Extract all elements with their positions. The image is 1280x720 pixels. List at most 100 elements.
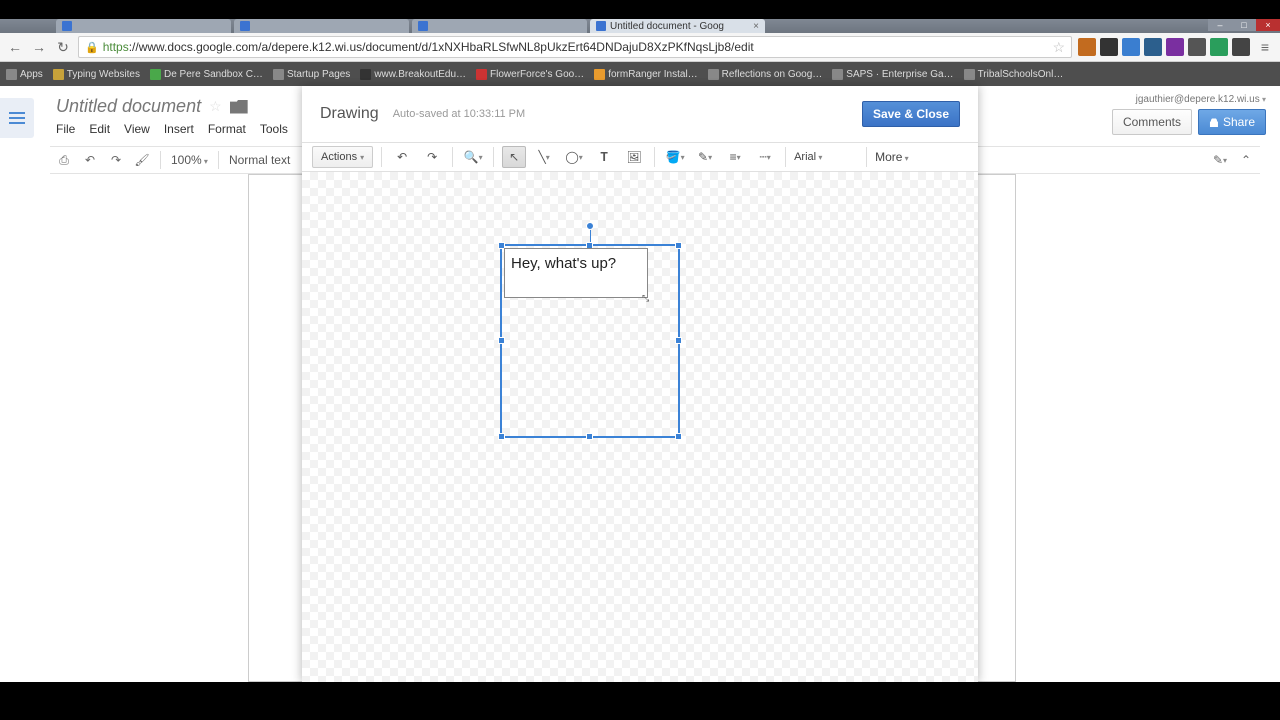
minimize-button[interactable]: – xyxy=(1208,19,1232,31)
menu-edit[interactable]: Edit xyxy=(89,122,110,136)
bookmark[interactable]: De Pere Sandbox C… xyxy=(150,69,263,80)
selected-textbox[interactable]: Hey, what's up? ⤡ xyxy=(500,244,680,438)
comments-button[interactable]: Comments xyxy=(1112,109,1192,135)
url-field[interactable]: 🔒 https://www.docs.google.com/a/depere.k… xyxy=(78,36,1072,58)
favicon-icon xyxy=(62,21,72,31)
zoom-select[interactable]: 100% xyxy=(171,153,208,167)
bookmark[interactable]: FlowerForce's Goo… xyxy=(476,69,584,80)
letterbox-top xyxy=(0,0,1280,19)
bookmark-icon xyxy=(6,69,17,80)
bookmark-icon xyxy=(360,69,371,80)
actions-menu[interactable]: Actions xyxy=(312,146,373,168)
bookmark[interactable]: formRanger Instal… xyxy=(594,69,697,80)
separator xyxy=(218,151,219,169)
share-button[interactable]: Share xyxy=(1198,109,1266,135)
folder-icon[interactable] xyxy=(230,100,248,114)
print-icon[interactable]: ⎙ xyxy=(56,152,72,168)
bookmark-icon xyxy=(832,69,843,80)
drawing-title: Drawing xyxy=(320,105,379,123)
fill-color-icon[interactable]: 🪣 xyxy=(663,146,687,168)
paragraph-style-select[interactable]: Normal text xyxy=(229,153,290,167)
back-button[interactable]: ← xyxy=(6,38,24,56)
ext-icon[interactable] xyxy=(1144,38,1162,56)
drawing-dialog: Drawing Auto-saved at 10:33:11 PM Save &… xyxy=(302,86,978,682)
menu-format[interactable]: Format xyxy=(208,122,246,136)
browser-tab-active[interactable]: Untitled document - Goog × xyxy=(590,19,765,33)
docs-menu-toggle[interactable] xyxy=(0,98,34,138)
resize-handle[interactable] xyxy=(498,337,505,344)
drawing-header: Drawing Auto-saved at 10:33:11 PM Save &… xyxy=(302,86,978,142)
more-menu[interactable]: More xyxy=(875,150,909,164)
editing-mode-icon[interactable]: ✎ xyxy=(1212,152,1228,168)
zoom-icon[interactable]: 🔍 xyxy=(461,146,485,168)
undo-icon[interactable]: ↶ xyxy=(82,152,98,168)
bookmark[interactable]: Apps xyxy=(6,69,43,80)
resize-handle[interactable] xyxy=(675,337,682,344)
chrome-menu-icon[interactable]: ≡ xyxy=(1256,38,1274,56)
bookmark[interactable]: TribalSchoolsOnl… xyxy=(964,69,1064,80)
textbox-tool-icon[interactable]: 𝐓 xyxy=(592,146,616,168)
bookmark-star-icon[interactable]: ☆ xyxy=(1052,39,1065,56)
save-and-close-button[interactable]: Save & Close xyxy=(862,101,960,127)
bookmark-icon xyxy=(150,69,161,80)
close-window-button[interactable]: × xyxy=(1256,19,1280,31)
separator xyxy=(381,147,382,167)
ext-icon[interactable] xyxy=(1078,38,1096,56)
close-tab-icon[interactable]: × xyxy=(753,21,759,32)
browser-tab[interactable] xyxy=(234,19,409,33)
bookmark[interactable]: www.BreakoutEdu… xyxy=(360,69,466,80)
menu-view[interactable]: View xyxy=(124,122,150,136)
font-select[interactable]: Arial xyxy=(794,151,858,163)
bookmark[interactable]: Typing Websites xyxy=(53,69,140,80)
ext-icon[interactable] xyxy=(1122,38,1140,56)
rotation-handle[interactable] xyxy=(586,222,594,230)
bookmark[interactable]: Startup Pages xyxy=(273,69,350,80)
shape-tool-icon[interactable]: ◯ xyxy=(562,146,586,168)
resize-handle[interactable] xyxy=(498,433,505,440)
browser-tab[interactable] xyxy=(412,19,587,33)
bookmark-icon xyxy=(708,69,719,80)
user-email[interactable]: jgauthier@depere.k12.wi.us xyxy=(1112,94,1266,105)
bookmark[interactable]: SAPS · Enterprise Ga… xyxy=(832,69,953,80)
separator xyxy=(866,147,867,167)
line-weight-icon[interactable]: ≡ xyxy=(723,146,747,168)
undo-icon[interactable]: ↶ xyxy=(390,146,414,168)
text-resize-icon[interactable]: ⤡ xyxy=(642,293,649,304)
extension-icons xyxy=(1078,38,1250,56)
bookmark-icon xyxy=(594,69,605,80)
menu-tools[interactable]: Tools xyxy=(260,122,288,136)
ext-icon[interactable] xyxy=(1188,38,1206,56)
maximize-button[interactable]: □ xyxy=(1232,19,1256,31)
reload-button[interactable]: ↻ xyxy=(54,38,72,56)
star-icon[interactable]: ☆ xyxy=(209,98,222,115)
textbox-content[interactable]: Hey, what's up? xyxy=(504,248,648,298)
line-dash-icon[interactable]: ┄ xyxy=(753,146,777,168)
hamburger-icon xyxy=(9,117,25,119)
favicon-icon xyxy=(418,21,428,31)
line-color-icon[interactable]: ✎ xyxy=(693,146,717,168)
paint-format-icon[interactable]: 🖌 xyxy=(134,152,150,168)
drawing-canvas[interactable]: Hey, what's up? ⤡ xyxy=(302,172,978,682)
forward-button[interactable]: → xyxy=(30,38,48,56)
document-title[interactable]: Untitled document xyxy=(56,96,201,117)
lock-icon: 🔒 xyxy=(85,41,99,54)
ext-icon[interactable] xyxy=(1210,38,1228,56)
select-tool-icon[interactable]: ↖ xyxy=(502,146,526,168)
resize-handle[interactable] xyxy=(586,433,593,440)
image-tool-icon[interactable]: 🖼 xyxy=(622,146,646,168)
menu-insert[interactable]: Insert xyxy=(164,122,194,136)
menu-file[interactable]: File xyxy=(56,122,75,136)
bookmark[interactable]: Reflections on Goog… xyxy=(708,69,823,80)
redo-icon[interactable]: ↷ xyxy=(108,152,124,168)
resize-handle[interactable] xyxy=(675,242,682,249)
line-tool-icon[interactable]: ╲ xyxy=(532,146,556,168)
ext-icon[interactable] xyxy=(1232,38,1250,56)
redo-icon[interactable]: ↷ xyxy=(420,146,444,168)
bookmark-icon xyxy=(964,69,975,80)
docs-favicon-icon xyxy=(596,21,606,31)
resize-handle[interactable] xyxy=(675,433,682,440)
browser-tab[interactable] xyxy=(56,19,231,33)
ext-icon[interactable] xyxy=(1166,38,1184,56)
collapse-icon[interactable]: ⌃ xyxy=(1238,152,1254,168)
ext-icon[interactable] xyxy=(1100,38,1118,56)
